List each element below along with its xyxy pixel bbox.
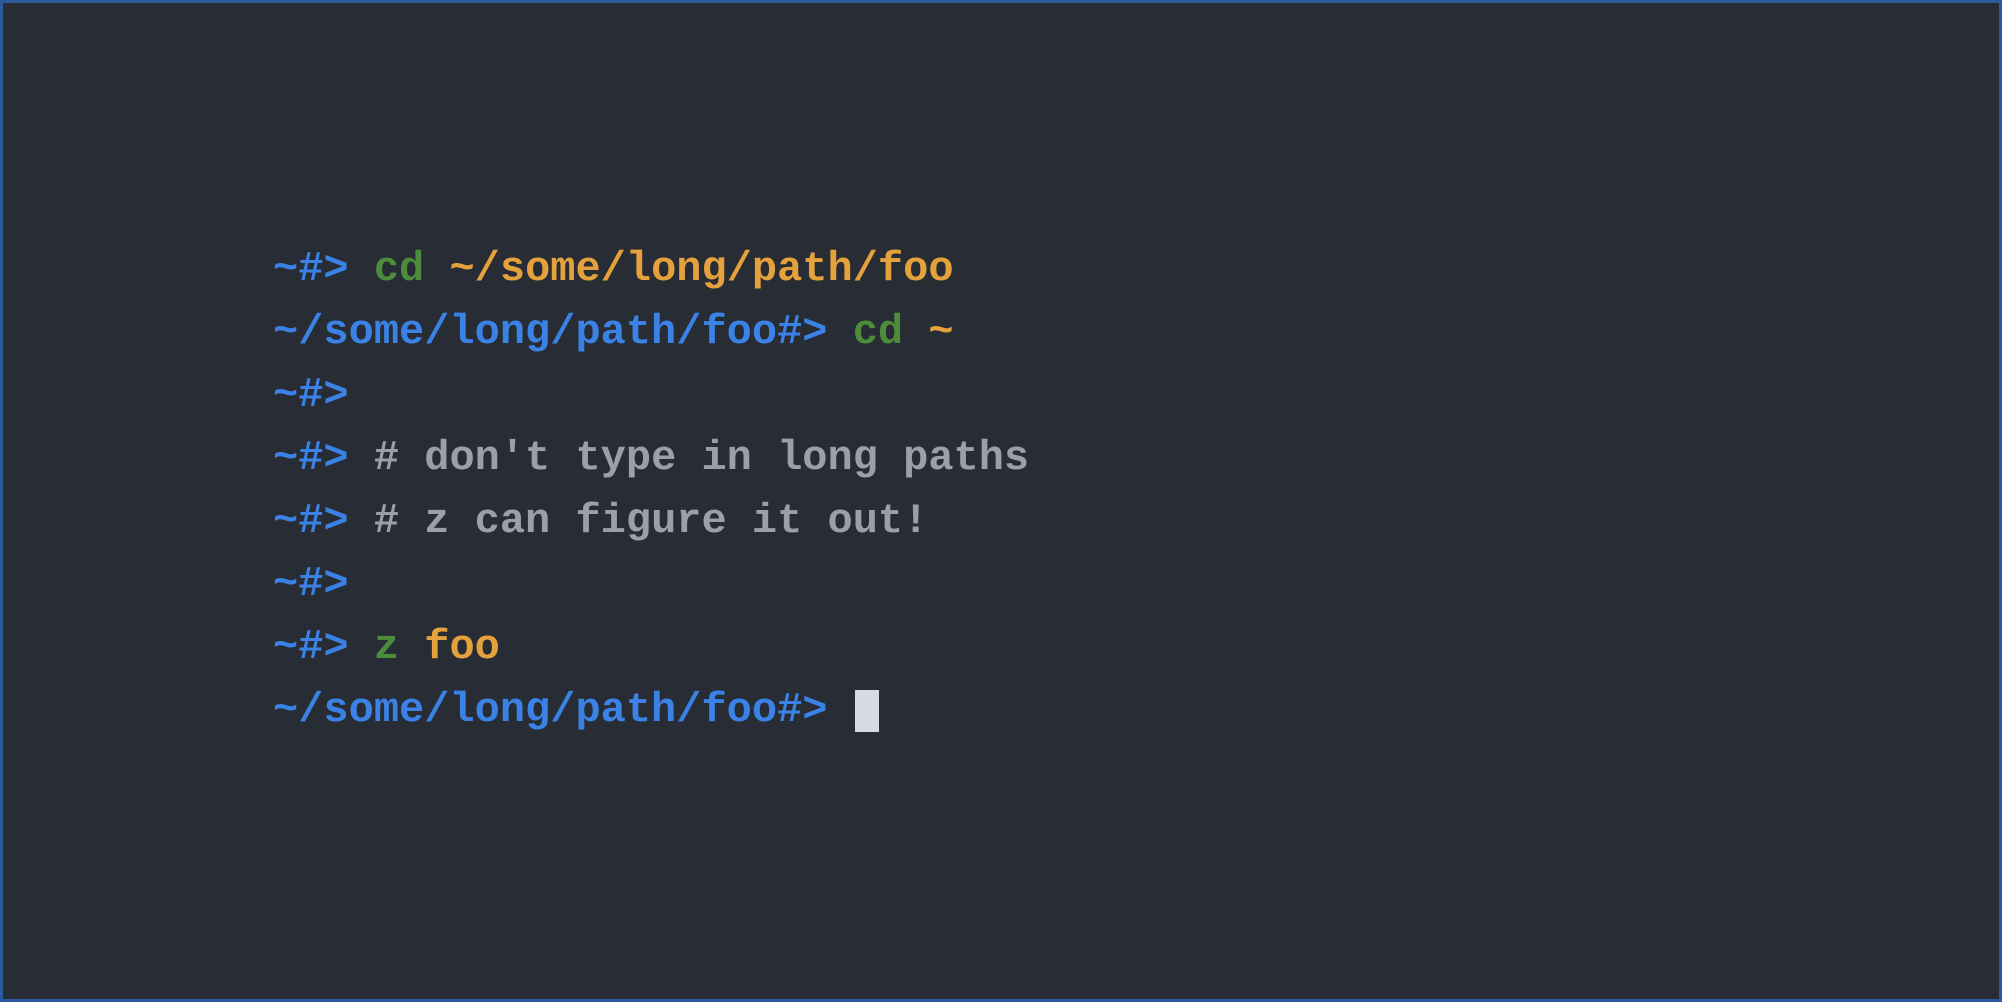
terminal-segment: ~#> [273, 371, 349, 419]
terminal-segment: ~/some/long/path/foo#> [273, 686, 853, 734]
terminal-line: ~/some/long/path/foo#> [273, 679, 1999, 742]
terminal-segment: cd [853, 308, 903, 356]
terminal-segment: foo [399, 623, 500, 671]
terminal-segment: ~/some/long/path/foo#> [273, 308, 853, 356]
terminal-segment: ~#> [273, 434, 374, 482]
terminal-line: ~#> # z can figure it out! [273, 490, 1999, 553]
terminal-segment: z [374, 623, 399, 671]
terminal-segment: # z can figure it out! [374, 497, 929, 545]
terminal-segment: ~ [903, 308, 953, 356]
terminal-segment: # don't type in long paths [374, 434, 1029, 482]
terminal-segment: cd [374, 245, 424, 293]
terminal-line: ~#> z foo [273, 616, 1999, 679]
terminal-segment: ~#> [273, 245, 374, 293]
terminal-line: ~#> cd ~/some/long/path/foo [273, 238, 1999, 301]
cursor-icon [855, 690, 879, 732]
terminal[interactable]: ~#> cd ~/some/long/path/foo~/some/long/p… [273, 238, 1999, 742]
terminal-line: ~#> [273, 553, 1999, 616]
terminal-segment: ~/some/long/path/foo [424, 245, 953, 293]
terminal-segment: ~#> [273, 497, 374, 545]
terminal-line: ~/some/long/path/foo#> cd ~ [273, 301, 1999, 364]
terminal-line: ~#> # don't type in long paths [273, 427, 1999, 490]
terminal-segment: ~#> [273, 623, 374, 671]
terminal-line: ~#> [273, 364, 1999, 427]
terminal-segment: ~#> [273, 560, 349, 608]
